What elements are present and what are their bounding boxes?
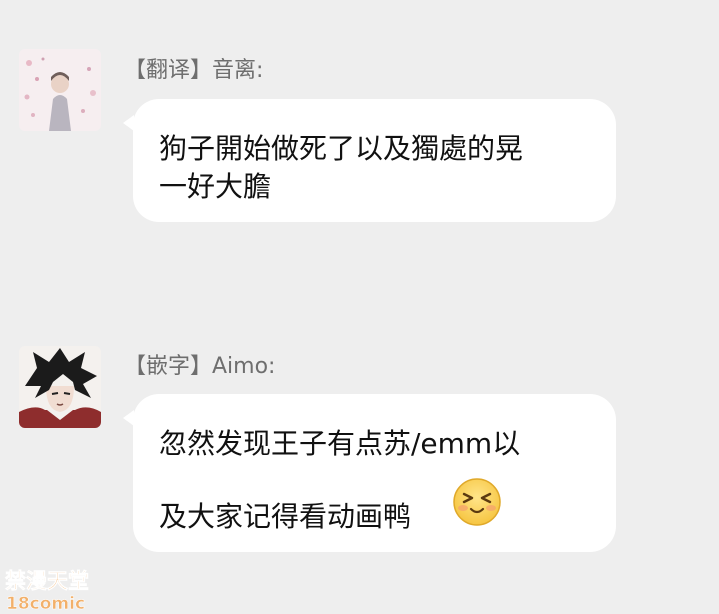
bubble-tail <box>123 115 134 131</box>
message-text-line: 一好大膽 <box>159 170 272 203</box>
message-text-line: 及大家记得看动画鸭 <box>159 500 412 533</box>
message-bubble[interactable]: 忽然发现王子有点苏/emm以 及大家记得看动画鸭 <box>123 394 616 552</box>
sender-avatar[interactable] <box>19 49 101 131</box>
watermark-line-1: 禁漫天堂 <box>5 569 89 593</box>
avatar-illustration-icon <box>19 49 101 131</box>
sender-name: 【嵌字】Aimo: <box>124 354 276 379</box>
message-text-line: 狗子開始做死了以及獨處的晃 <box>159 132 524 165</box>
sender-name: 【翻译】音离: <box>124 58 264 83</box>
avatar-illustration-icon <box>19 346 101 428</box>
watermark-logo: 禁漫天堂 18comic <box>5 569 90 612</box>
sender-avatar[interactable] <box>19 346 101 428</box>
message-bubble[interactable]: 狗子開始做死了以及獨處的晃 一好大膽 <box>123 99 616 222</box>
watermark-line-2: 18comic <box>6 594 85 612</box>
message-text-line: 忽然发现王子有点苏/emm以 <box>159 427 521 460</box>
bubble-tail <box>123 410 134 426</box>
grinning-squint-face-emoji <box>453 478 501 526</box>
